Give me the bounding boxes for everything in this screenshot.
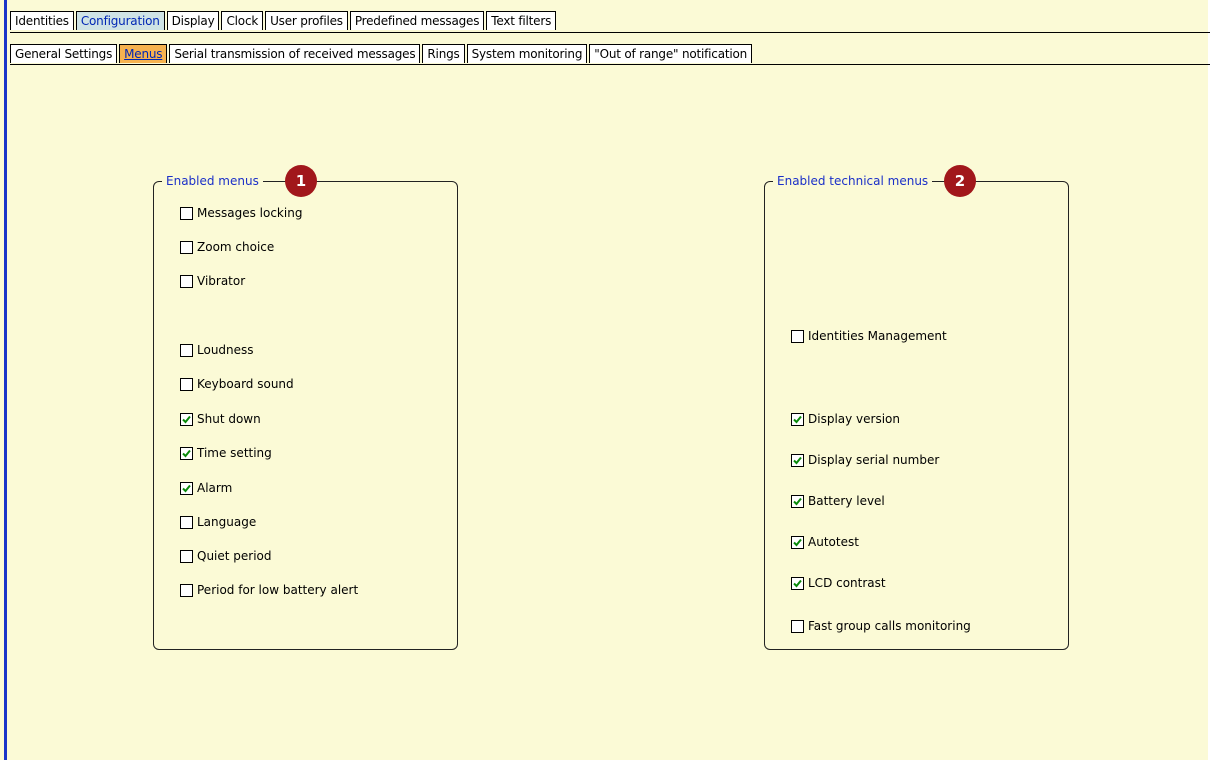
tab-display[interactable]: Display xyxy=(166,11,220,30)
enabled-technical-menus-title: Enabled technical menus xyxy=(773,173,933,189)
checkbox-display-serial-number[interactable]: Display serial number xyxy=(791,453,939,467)
sub-tabs: General Settings Menus Serial transmissi… xyxy=(10,43,754,63)
checkbox-loudness[interactable]: Loudness xyxy=(180,343,254,357)
checkbox-quiet-period[interactable]: Quiet period xyxy=(180,549,272,563)
checkbox-checked-icon[interactable] xyxy=(791,535,804,549)
checkbox-label: Zoom choice xyxy=(197,240,275,254)
checkbox-label: LCD contrast xyxy=(808,576,886,590)
checkbox-label: Alarm xyxy=(197,481,233,495)
checkbox-checked-icon[interactable] xyxy=(791,494,804,508)
checkbox-label: Language xyxy=(197,515,257,529)
checkbox-unchecked-icon[interactable] xyxy=(180,377,193,391)
callout-badge-1: 1 xyxy=(280,165,322,197)
checkbox-checked-icon[interactable] xyxy=(180,446,193,460)
checkbox-messages-locking[interactable]: Messages locking xyxy=(180,206,302,220)
checkbox-label: Vibrator xyxy=(197,274,246,288)
checkbox-checked-icon[interactable] xyxy=(180,412,193,426)
checkbox-identities-management[interactable]: Identities Management xyxy=(791,329,947,343)
checkbox-unchecked-icon[interactable] xyxy=(791,619,804,633)
checkbox-checked-icon[interactable] xyxy=(791,576,804,590)
checkbox-fast-group-calls-monitoring[interactable]: Fast group calls monitoring xyxy=(791,619,971,633)
checkbox-checked-icon[interactable] xyxy=(180,481,193,495)
checkbox-keyboard-sound[interactable]: Keyboard sound xyxy=(180,377,294,391)
left-edge-bar xyxy=(0,0,9,760)
tab-divider xyxy=(10,32,1210,33)
tab-user-profiles[interactable]: User profiles xyxy=(265,11,348,30)
checkbox-label: Loudness xyxy=(197,343,254,357)
checkbox-language[interactable]: Language xyxy=(180,515,256,529)
subtab-menus[interactable]: Menus xyxy=(119,44,168,63)
checkbox-label: Battery level xyxy=(808,494,885,508)
checkbox-time-setting[interactable]: Time setting xyxy=(180,446,272,460)
checkbox-label: Keyboard sound xyxy=(197,377,294,391)
checkbox-period-for-low-battery-alert[interactable]: Period for low battery alert xyxy=(180,583,358,597)
subtab-out-of-range[interactable]: "Out of range" notification xyxy=(589,44,753,63)
checkbox-label: Display version xyxy=(808,412,900,426)
subtab-rings[interactable]: Rings xyxy=(422,44,465,63)
tab-clock[interactable]: Clock xyxy=(221,11,264,30)
checkbox-checked-icon[interactable] xyxy=(791,453,804,467)
subtab-divider xyxy=(10,64,1210,65)
checkbox-unchecked-icon[interactable] xyxy=(180,583,193,597)
tab-identities[interactable]: Identities xyxy=(10,11,74,30)
checkbox-label: Autotest xyxy=(808,535,859,549)
main-tabs: Identities Configuration Display Clock U… xyxy=(10,10,558,30)
checkbox-alarm[interactable]: Alarm xyxy=(180,481,232,495)
checkbox-unchecked-icon[interactable] xyxy=(180,343,193,357)
checkbox-unchecked-icon[interactable] xyxy=(180,274,193,288)
checkbox-unchecked-icon[interactable] xyxy=(180,549,193,563)
checkbox-zoom-choice[interactable]: Zoom choice xyxy=(180,240,274,254)
checkbox-label: Identities Management xyxy=(808,329,947,343)
checkbox-autotest[interactable]: Autotest xyxy=(791,535,859,549)
tab-predefined-messages[interactable]: Predefined messages xyxy=(349,11,485,30)
checkbox-battery-level[interactable]: Battery level xyxy=(791,494,885,508)
tab-configuration[interactable]: Configuration xyxy=(75,11,165,30)
checkbox-label: Fast group calls monitoring xyxy=(808,619,971,633)
subtab-serial-transmission[interactable]: Serial transmission of received messages xyxy=(169,44,421,63)
checkbox-label: Shut down xyxy=(197,412,261,426)
checkbox-label: Time setting xyxy=(197,446,272,460)
checkbox-label: Quiet period xyxy=(197,549,272,563)
checkbox-unchecked-icon[interactable] xyxy=(180,206,193,220)
checkbox-checked-icon[interactable] xyxy=(791,412,804,426)
checkbox-unchecked-icon[interactable] xyxy=(180,240,193,254)
subtab-system-monitoring[interactable]: System monitoring xyxy=(466,44,588,63)
checkbox-shut-down[interactable]: Shut down xyxy=(180,412,261,426)
checkbox-lcd-contrast[interactable]: LCD contrast xyxy=(791,576,886,590)
checkbox-display-version[interactable]: Display version xyxy=(791,412,900,426)
enabled-menus-title: Enabled menus xyxy=(162,173,263,189)
checkbox-label: Messages locking xyxy=(197,206,303,220)
tab-text-filters[interactable]: Text filters xyxy=(486,11,557,30)
subtab-general-settings[interactable]: General Settings xyxy=(10,44,118,63)
checkbox-unchecked-icon[interactable] xyxy=(180,515,193,529)
checkbox-label: Display serial number xyxy=(808,453,940,467)
callout-badge-2: 2 xyxy=(939,165,981,197)
checkbox-unchecked-icon[interactable] xyxy=(791,329,804,343)
checkbox-label: Period for low battery alert xyxy=(197,583,359,597)
checkbox-vibrator[interactable]: Vibrator xyxy=(180,274,245,288)
